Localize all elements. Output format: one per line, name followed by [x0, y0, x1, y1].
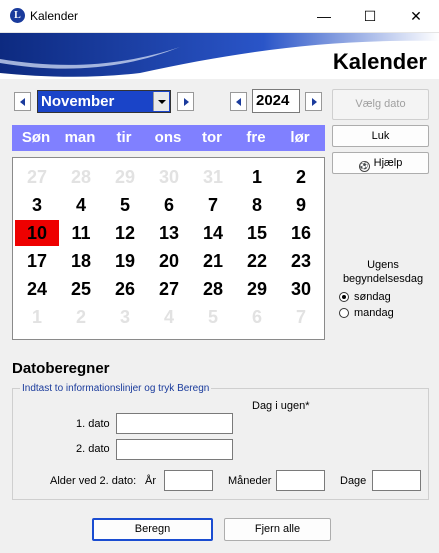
- minimize-button[interactable]: —: [301, 0, 347, 32]
- calendar-day[interactable]: 15: [235, 220, 279, 246]
- months-label: Måneder: [228, 475, 272, 487]
- date-calculator-title: Datoberegner: [12, 360, 110, 377]
- calculate-button[interactable]: Beregn: [92, 518, 213, 541]
- calendar-day[interactable]: 26: [103, 276, 147, 302]
- date1-input[interactable]: [116, 413, 233, 434]
- calendar-day-today[interactable]: 10: [15, 220, 59, 246]
- help-button-label: Hjælp: [373, 157, 403, 169]
- next-year-button[interactable]: [305, 92, 322, 111]
- days-label: Dage: [340, 475, 367, 487]
- calendar-day[interactable]: 14: [191, 220, 235, 246]
- monday-radio-label[interactable]: mandag: [354, 307, 394, 319]
- calendar-day[interactable]: 24: [15, 276, 59, 302]
- calendar-day[interactable]: 16: [279, 220, 323, 246]
- calendar-day[interactable]: 1: [15, 304, 59, 330]
- calendar-day[interactable]: 4: [59, 192, 103, 218]
- days-input[interactable]: [372, 470, 421, 491]
- calendar-day[interactable]: 27: [147, 276, 191, 302]
- sunday-radio[interactable]: [339, 292, 349, 302]
- previous-month-button[interactable]: [14, 92, 31, 111]
- calendar-day[interactable]: 6: [147, 192, 191, 218]
- weekday-header: Søn man tir ons tor fre lør: [12, 125, 325, 151]
- calendar-day[interactable]: 29: [235, 276, 279, 302]
- close-button[interactable]: Luk: [332, 125, 429, 147]
- calendar-day[interactable]: 22: [235, 248, 279, 274]
- weekday-label: fre: [246, 129, 266, 146]
- weekday-label: Søn: [21, 129, 51, 146]
- help-icon: ⚽: [358, 161, 370, 172]
- weekday-column-header: Dag i ugen*: [252, 400, 310, 412]
- month-dropdown[interactable]: November: [37, 90, 171, 113]
- age-label: Alder ved 2. dato:: [50, 475, 137, 487]
- next-month-button[interactable]: [177, 92, 194, 111]
- calendar-day[interactable]: 11: [59, 220, 103, 246]
- calendar-day[interactable]: 19: [103, 248, 147, 274]
- calendar-day[interactable]: 2: [279, 164, 323, 190]
- header-title: Kalender: [332, 49, 427, 74]
- calendar-day[interactable]: 27: [15, 164, 59, 190]
- calendar-day[interactable]: 7: [191, 192, 235, 218]
- calendar-grid: 27 28 29 30 31 1 2 3 4 5 6 7 8 9 10 11 12 13 14 15 16 17 18 19 2…: [12, 157, 325, 340]
- header-banner: Kalender: [0, 33, 439, 79]
- calendar-day[interactable]: 17: [15, 248, 59, 274]
- calendar-day[interactable]: 5: [103, 192, 147, 218]
- calendar-day[interactable]: 6: [235, 304, 279, 330]
- calendar-day[interactable]: 3: [15, 192, 59, 218]
- calendar-day[interactable]: 18: [59, 248, 103, 274]
- calendar-day[interactable]: 30: [279, 276, 323, 302]
- calendar-day[interactable]: 31: [191, 164, 235, 190]
- calendar-day[interactable]: 3: [103, 304, 147, 330]
- choose-date-button[interactable]: Vælg dato: [332, 89, 429, 120]
- years-input[interactable]: [164, 470, 213, 491]
- calendar-day[interactable]: 9: [279, 192, 323, 218]
- sunday-radio-label[interactable]: søndag: [354, 291, 391, 303]
- window-title: Kalender: [30, 9, 79, 23]
- chevron-down-icon[interactable]: [153, 92, 169, 111]
- calendar-day[interactable]: 2: [59, 304, 103, 330]
- weekday-label: tor: [202, 129, 222, 146]
- weekday-label: man: [64, 129, 96, 146]
- calendar-day[interactable]: 30: [147, 164, 191, 190]
- calendar-day[interactable]: 28: [191, 276, 235, 302]
- calendar-day[interactable]: 5: [191, 304, 235, 330]
- month-dropdown-value: November: [41, 93, 115, 110]
- calendar-day[interactable]: 1: [235, 164, 279, 190]
- calendar-day[interactable]: 25: [59, 276, 103, 302]
- calendar-day[interactable]: 29: [103, 164, 147, 190]
- calendar-day[interactable]: 20: [147, 248, 191, 274]
- months-input[interactable]: [276, 470, 325, 491]
- weekday-label: tir: [116, 129, 132, 146]
- calendar-day[interactable]: 23: [279, 248, 323, 274]
- calendar-day[interactable]: 28: [59, 164, 103, 190]
- calendar-day[interactable]: 4: [147, 304, 191, 330]
- clear-all-button[interactable]: Fjern alle: [224, 518, 331, 541]
- year-field[interactable]: 2024: [252, 89, 300, 113]
- calendar-day[interactable]: 13: [147, 220, 191, 246]
- title-bar: L Kalender — ☐ ✕: [0, 0, 439, 33]
- app-icon: L: [10, 8, 25, 23]
- calendar-day[interactable]: 7: [279, 304, 323, 330]
- monday-radio[interactable]: [339, 308, 349, 318]
- calendar-day[interactable]: 12: [103, 220, 147, 246]
- help-button[interactable]: ⚽ Hjælp: [332, 152, 429, 174]
- close-window-button[interactable]: ✕: [393, 0, 439, 32]
- previous-year-button[interactable]: [230, 92, 247, 111]
- date2-label: 2. dato: [76, 443, 110, 455]
- maximize-button[interactable]: ☐: [347, 0, 393, 32]
- weekday-label: lør: [290, 129, 310, 146]
- date2-input[interactable]: [116, 439, 233, 460]
- weekday-label: ons: [154, 129, 182, 146]
- date-calculator-instructions: Indtast to informationslinjer og tryk Be…: [20, 383, 212, 394]
- date1-label: 1. dato: [76, 418, 110, 430]
- calendar-day[interactable]: 8: [235, 192, 279, 218]
- years-label: År: [145, 475, 156, 487]
- calendar-day[interactable]: 21: [191, 248, 235, 274]
- weekstart-label: Ugens begyndelsesdag: [342, 259, 424, 285]
